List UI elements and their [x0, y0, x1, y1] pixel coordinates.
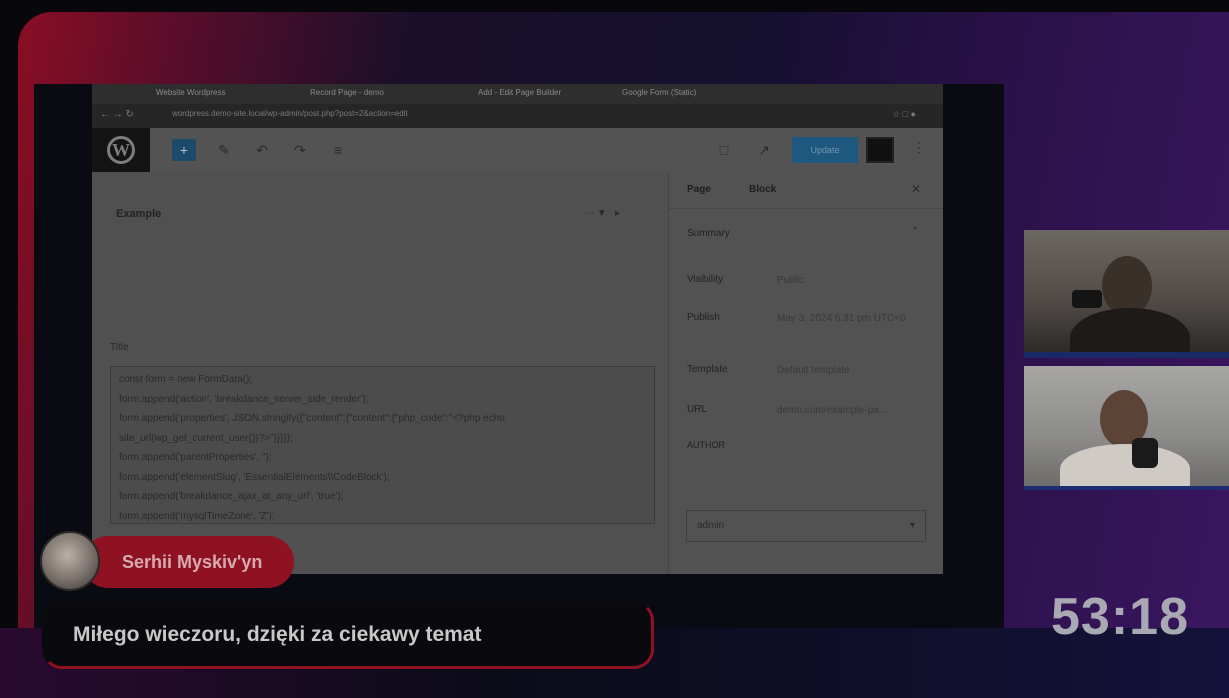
- comment-message: Miłego wieczoru, dzięki za ciekawy temat: [73, 623, 482, 646]
- host-body: [1070, 308, 1190, 352]
- microphone-icon: [1132, 438, 1158, 468]
- author-select[interactable]: admin ▾: [686, 510, 926, 542]
- wp-editor-toolbar: W + ✎ ↶ ↷ ≡ □ ↗ Update ⋮: [92, 128, 943, 172]
- code-line: form.append('breakdance_ajax_at_any_url'…: [119, 491, 344, 502]
- code-line: form.append('mysqlTimeZone', 'Z');: [119, 510, 275, 522]
- browser-tab[interactable]: Add - Edit Page Builder: [478, 88, 608, 102]
- wordpress-icon: W: [107, 136, 135, 164]
- edit-pencil-icon[interactable]: ✎: [212, 139, 236, 161]
- tab-block[interactable]: Block: [749, 184, 776, 195]
- browser-tab[interactable]: Google Form (Static): [622, 88, 752, 102]
- commenter-avatar: [40, 531, 100, 591]
- browser-tab[interactable]: Record Page - demo: [310, 88, 430, 102]
- settings-toggle-button[interactable]: [866, 137, 894, 163]
- commenter-name-badge: Serhii Myskiv'yn: [82, 536, 294, 588]
- code-textarea[interactable]: const form = new FormData(); form.append…: [110, 366, 655, 524]
- sidebar-tabs: Page Block ✕: [669, 172, 943, 209]
- visibility-label: Visibility: [687, 274, 723, 285]
- extensions-icon[interactable]: ☆ □ ●: [892, 109, 916, 120]
- url-field[interactable]: wordpress.demo-site.local/wp-admin/post.…: [172, 109, 572, 123]
- chevron-down-icon: ▾: [909, 520, 915, 531]
- microphone-icon: [1072, 290, 1102, 308]
- title-field-label: Title: [110, 342, 129, 353]
- summary-panel-title[interactable]: Summary: [687, 228, 730, 239]
- add-block-button[interactable]: +: [172, 139, 196, 161]
- redo-icon[interactable]: ↷: [288, 139, 312, 161]
- code-line: form.append('properties', JSON.stringify…: [119, 413, 505, 424]
- list-view-icon[interactable]: ≡: [326, 139, 350, 161]
- publish-label: Publish: [687, 312, 720, 323]
- undo-icon[interactable]: ↶: [250, 139, 274, 161]
- author-select-value: admin: [697, 520, 725, 531]
- webcam-feed-host: [1024, 230, 1229, 358]
- close-icon[interactable]: ✕: [911, 182, 921, 196]
- author-label: AUTHOR: [687, 440, 725, 450]
- wordpress-logo[interactable]: W: [92, 128, 150, 172]
- preview-icon[interactable]: □: [712, 139, 736, 161]
- countdown-timer: 53:18: [1051, 588, 1189, 646]
- update-button[interactable]: Update: [792, 137, 858, 163]
- code-line: form.append('parentProperties', '');: [119, 452, 272, 463]
- code-line: form.append('elementSlug', 'EssentialEle…: [119, 471, 390, 483]
- shared-browser-window: Website Wordpress Record Page - demo Add…: [92, 84, 943, 574]
- block-controls-icon[interactable]: ⋯ ▼ ▸: [584, 208, 620, 219]
- template-label: Template: [687, 364, 728, 375]
- code-line: form.append('action', 'breakdance_server…: [119, 393, 369, 405]
- browser-tab-bar: Website Wordpress Record Page - demo Add…: [92, 84, 943, 104]
- url-label: URL: [687, 404, 708, 415]
- address-bar: ← → ↻ wordpress.demo-site.local/wp-admin…: [92, 104, 943, 128]
- template-value[interactable]: Default template: [777, 364, 927, 378]
- block-title: Example: [116, 208, 162, 220]
- code-line: const form = new FormData();: [119, 374, 253, 385]
- publish-value[interactable]: May 3, 2024 6:31 pm UTC+0: [777, 312, 927, 326]
- external-link-icon[interactable]: ↗: [752, 139, 776, 161]
- host-head: [1102, 256, 1152, 316]
- chevron-up-icon[interactable]: ⌃: [911, 226, 919, 237]
- code-line: site_url(wp_get_current_user())?>"}}}));: [119, 432, 293, 444]
- nav-arrows-icon[interactable]: ← → ↻: [100, 109, 134, 120]
- browser-tab[interactable]: Website Wordpress: [156, 88, 296, 102]
- more-options-icon[interactable]: ⋮: [912, 139, 926, 156]
- visibility-value[interactable]: Public: [777, 274, 927, 288]
- webcam-feed-guest: [1024, 366, 1229, 490]
- commenter-name: Serhii Myskiv'yn: [122, 552, 263, 572]
- url-value[interactable]: demo.com/example-pa...: [777, 404, 927, 418]
- comment-message-box: Miłego wieczoru, dzięki za ciekawy temat: [42, 601, 654, 669]
- guest-body: [1060, 444, 1190, 486]
- tab-page[interactable]: Page: [687, 184, 711, 195]
